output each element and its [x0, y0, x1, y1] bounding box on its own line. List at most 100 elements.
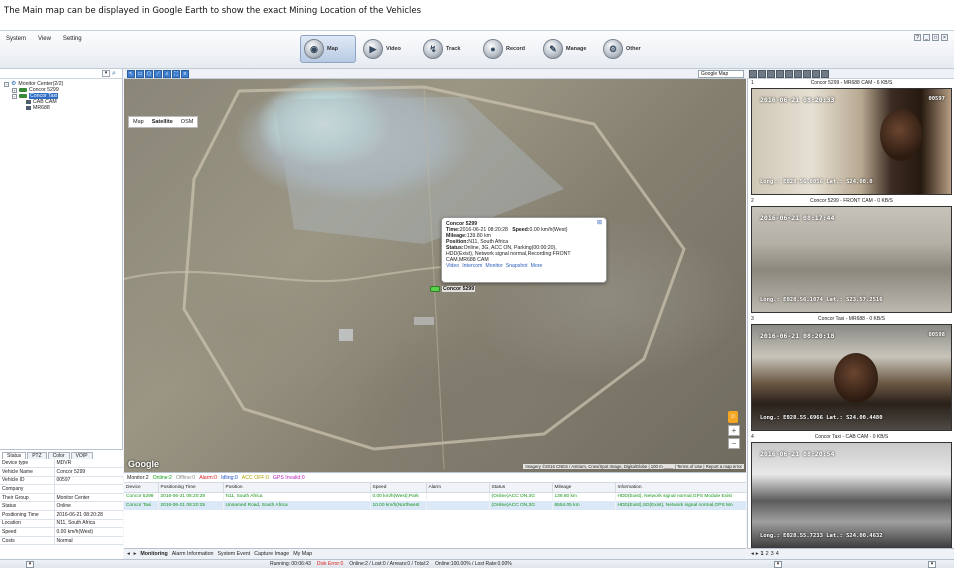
tab-alarm-information[interactable]: Alarm Information	[172, 551, 214, 557]
close-icon[interactable]: ×	[941, 34, 948, 41]
snapshot-icon[interactable]	[785, 69, 793, 78]
module-manage-button[interactable]: ✎ Manage	[540, 35, 596, 63]
tab-voip[interactable]: VOIP	[70, 452, 93, 459]
column-header[interactable]: Information	[615, 483, 746, 493]
collapse-icon[interactable]: −	[4, 81, 9, 87]
bottom-panel-toggle-icon[interactable]: ▾	[774, 561, 782, 568]
layout-1-icon[interactable]	[749, 69, 757, 78]
module-other-button[interactable]: ⚙ Other	[600, 35, 656, 63]
video-cell[interactable]: 4 Concor Taxi - CAB CAM - 0 KB/S 2016-06…	[748, 433, 954, 551]
settings-icon[interactable]	[821, 69, 829, 78]
satellite-map[interactable]: Map Satellite OSM ⊠ Concor 5299 Time:201…	[124, 79, 746, 472]
popup-link-monitor[interactable]: Monitor	[485, 263, 502, 269]
summary-online[interactable]: Online:2	[153, 475, 172, 481]
summary-offline[interactable]: Offline:0	[176, 475, 195, 481]
page-next-icon[interactable]: ▸	[756, 551, 759, 557]
tree-item-camera[interactable]: MR688	[4, 105, 118, 111]
column-header[interactable]: Mileage	[552, 483, 616, 493]
pegman-icon[interactable]: ☺	[728, 411, 738, 423]
zoom-tool-icon[interactable]: ⌕	[163, 69, 171, 78]
tab-ptz[interactable]: PTZ	[27, 452, 47, 459]
table-row[interactable]: Concor Taxi 2016-06-21 08:20:25 Unnamed …	[124, 501, 746, 510]
layers-icon[interactable]: ≡	[181, 69, 189, 78]
column-header[interactable]: Alarm	[426, 483, 490, 493]
vehicle-marker[interactable]: Concor 5299	[430, 286, 476, 292]
menu-setting[interactable]: Setting	[63, 36, 82, 42]
tab-monitoring[interactable]: Monitoring	[140, 551, 167, 557]
popup-link-intercom[interactable]: Intercom	[462, 263, 482, 269]
table-row[interactable]: Concor 5299 2016-06-21 08:20:28 N11, Sou…	[124, 492, 746, 501]
play-icon[interactable]	[812, 69, 820, 78]
tab-scroll-right-icon[interactable]: ▸	[134, 551, 137, 557]
table-row: Vehicle ID 00597	[0, 476, 123, 486]
zoom-in-button[interactable]: +	[728, 425, 740, 436]
cell-position: N11, South Africa	[223, 492, 371, 501]
summary-idling[interactable]: Idling:0	[221, 475, 238, 481]
video-frame[interactable]: 2016-06-21 08:20:33 00597 Long.: E028.56…	[751, 88, 952, 195]
menu-system[interactable]: System	[6, 36, 26, 42]
column-header[interactable]: Position	[223, 483, 371, 493]
measure-icon[interactable]: ⟋	[154, 69, 162, 78]
video-number: 1	[751, 80, 754, 86]
tab-capture-image[interactable]: Capture Image	[254, 551, 289, 557]
map-type-map[interactable]: Map	[129, 117, 148, 127]
video-cell[interactable]: 2 Concor 5299 - FRONT CAM - 0 KB/S 2016-…	[748, 197, 954, 315]
video-page-2[interactable]: 2	[766, 551, 769, 557]
module-track-button[interactable]: ↯ Track	[420, 35, 476, 63]
video-page-3[interactable]: 3	[771, 551, 774, 557]
pointer-icon[interactable]: ↖	[127, 69, 135, 78]
polygon-icon[interactable]: ⬠	[145, 69, 153, 78]
video-cell[interactable]: 1 Concor 5299 - MR688 CAM - 6 KB/S 2016-…	[748, 79, 954, 197]
detail-label: Speed	[0, 527, 55, 537]
video-frame[interactable]: 2016-06-21 08:20:54 Long.: E028.55.7233 …	[751, 442, 952, 549]
column-header[interactable]: Status	[489, 483, 553, 493]
help-icon[interactable]: ?	[914, 34, 921, 41]
tab-color[interactable]: Color	[47, 452, 70, 459]
record-icon[interactable]	[794, 69, 802, 78]
collapse-icon[interactable]: −	[12, 93, 17, 99]
video-frame[interactable]: 2016-06-21 08:20:18 00598 Long.: E028.55…	[751, 324, 952, 431]
layout-9-icon[interactable]	[767, 69, 775, 78]
module-map-button[interactable]: ◉ Map	[300, 35, 356, 63]
layout-4-icon[interactable]	[758, 69, 766, 78]
column-header[interactable]: Speed	[370, 483, 427, 493]
popup-link-video[interactable]: Video	[446, 263, 459, 269]
zoom-out-button[interactable]: −	[728, 438, 740, 449]
rectangle-select-icon[interactable]: ▭	[136, 69, 144, 78]
detail-label: Their Group	[0, 493, 55, 503]
fullscreen-icon[interactable]: ⛶	[172, 69, 180, 78]
page-prev-icon[interactable]: ◂	[751, 551, 754, 557]
chevron-down-icon[interactable]: ▾	[102, 70, 110, 77]
module-record-button[interactable]: ● Record	[480, 35, 536, 63]
map-type-satellite[interactable]: Satellite	[148, 117, 177, 127]
column-header[interactable]: Positioning Time	[158, 483, 224, 493]
summary-acc-off[interactable]: ACC OFF:0	[242, 475, 269, 481]
map-type-osm[interactable]: OSM	[177, 117, 198, 127]
close-icon[interactable]: ⊠	[597, 220, 602, 226]
column-header[interactable]: Device	[124, 483, 159, 493]
tab-system-event[interactable]: System Event	[218, 551, 251, 557]
map-provider-select[interactable]: Google Map	[698, 70, 744, 78]
summary-alarm[interactable]: Alarm:0	[199, 475, 217, 481]
minimize-icon[interactable]: _	[923, 34, 930, 41]
left-panel-toggle-icon[interactable]: ▾	[26, 561, 34, 568]
tab-my-map[interactable]: My Map	[293, 551, 312, 557]
popup-link-snapshot[interactable]: Snapshot	[506, 263, 528, 269]
video-page-1[interactable]: 1	[761, 551, 764, 557]
video-cell[interactable]: 3 Concor Taxi - MR688 - 0 KB/S 2016-06-2…	[748, 315, 954, 433]
volume-icon[interactable]	[803, 69, 811, 78]
maximize-icon[interactable]: □	[932, 34, 939, 41]
module-video-button[interactable]: ▶ Video	[360, 35, 416, 63]
video-frame[interactable]: 2016-06-21 08:17:44 Long.: E028.56.1074 …	[751, 206, 952, 313]
menu-view[interactable]: View	[38, 36, 51, 42]
popup-link-more[interactable]: More	[531, 263, 543, 269]
summary-gps-invalid[interactable]: GPS Invalid:0	[273, 475, 305, 481]
expand-icon[interactable]: +	[12, 87, 17, 93]
tab-scroll-left-icon[interactable]: ◂	[127, 551, 130, 557]
stop-all-icon[interactable]	[776, 69, 784, 78]
video-gps: Long.: E028.55.6966 Lat.: S24.00.4480	[760, 415, 883, 421]
video-page-4[interactable]: 4	[776, 551, 779, 557]
right-panel-toggle-icon[interactable]: ▾	[928, 561, 936, 568]
search-icon[interactable]: ⌕	[112, 70, 120, 78]
tab-status[interactable]: Status	[2, 452, 27, 459]
